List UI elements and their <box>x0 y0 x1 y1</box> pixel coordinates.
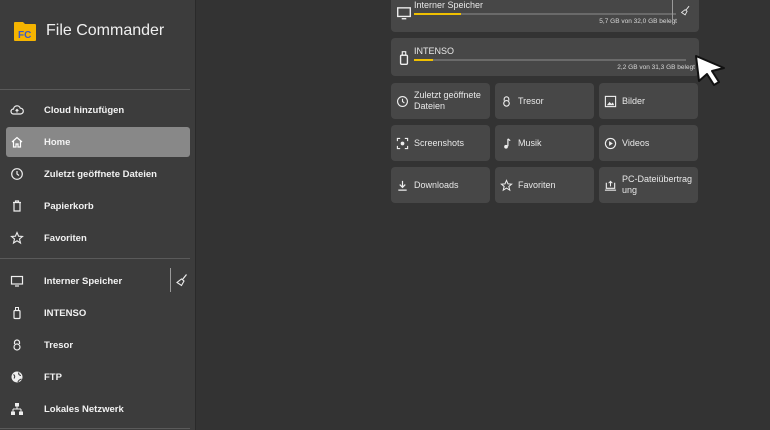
globe-icon <box>10 370 24 384</box>
star-icon <box>500 178 513 192</box>
storage-usage-bar <box>414 13 676 15</box>
vault-lock-icon <box>500 95 513 108</box>
pc-transfer-icon <box>604 179 617 192</box>
tile-favorites[interactable]: Favoriten <box>495 167 594 203</box>
clock-icon <box>10 167 24 181</box>
tile-label: Musik <box>518 137 542 148</box>
monitor-icon <box>397 7 411 20</box>
clock-icon <box>396 95 409 108</box>
sidebar-item-internal-storage[interactable]: Interner Speicher <box>6 266 168 296</box>
sidebar-item-label: Favoriten <box>44 232 87 244</box>
sidebar: FC File Commander Cloud hinzufügen Home … <box>0 0 196 430</box>
storage-usage-fill <box>414 59 434 61</box>
sidebar-item-ftp[interactable]: FTP <box>6 362 190 392</box>
sidebar-item-label: Lokales Netzwerk <box>44 403 124 415</box>
storage-name: INTENSO <box>414 46 455 56</box>
sidebar-item-label: Zuletzt geöffnete Dateien <box>44 168 157 180</box>
sidebar-item-cloud-add[interactable]: Cloud hinzufügen <box>6 95 190 125</box>
tile-images[interactable]: Bilder <box>599 83 698 119</box>
music-note-icon <box>500 137 513 150</box>
download-icon <box>396 179 409 192</box>
sweep-separator <box>170 268 171 292</box>
sidebar-item-trash[interactable]: Papierkorb <box>6 191 190 221</box>
storage-name: Interner Speicher <box>414 0 484 10</box>
tile-pc-transfer[interactable]: PC-Dateiübertragung <box>599 167 698 203</box>
svg-text:FC: FC <box>18 30 31 41</box>
tile-vault[interactable]: Tresor <box>495 83 594 119</box>
tile-screenshots[interactable]: Screenshots <box>391 125 490 161</box>
storage-usage-text: 5,7 GB von 32,0 GB belegt <box>599 18 677 25</box>
tile-label: Tresor <box>518 95 544 106</box>
tile-label: Favoriten <box>518 179 556 190</box>
sidebar-item-label: Cloud hinzufügen <box>44 104 125 116</box>
storage-card-internal[interactable]: Interner Speicher 5,7 GB von 32,0 GB bel… <box>391 0 699 32</box>
tile-label: Downloads <box>414 179 459 190</box>
sidebar-item-home[interactable]: Home <box>6 127 190 157</box>
usb-drive-icon <box>10 306 24 320</box>
play-circle-icon <box>604 137 617 150</box>
tile-music[interactable]: Musik <box>495 125 594 161</box>
image-icon <box>604 95 617 108</box>
sweep-separator <box>672 0 673 24</box>
vault-lock-icon <box>10 338 24 352</box>
storage-usage-bar <box>414 59 686 61</box>
usb-drive-icon <box>399 51 409 65</box>
sidebar-divider <box>0 258 190 259</box>
sidebar-item-label: Tresor <box>44 339 74 351</box>
sidebar-item-label: INTENSO <box>44 307 87 319</box>
tile-label: PC-Dateiübertragung <box>622 174 693 195</box>
tile-downloads[interactable]: Downloads <box>391 167 490 203</box>
sidebar-divider <box>0 89 190 90</box>
sidebar-item-local-network[interactable]: Lokales Netzwerk <box>6 394 190 424</box>
tile-recent-files[interactable]: Zuletzt geöffnete Dateien <box>391 83 490 119</box>
file-commander-logo: FC <box>14 22 36 41</box>
tile-videos[interactable]: Videos <box>599 125 698 161</box>
sidebar-item-vault[interactable]: Tresor <box>6 330 190 360</box>
sidebar-item-label: Interner Speicher <box>44 275 123 287</box>
storage-card-intenso[interactable]: INTENSO 2,2 GB von 31,3 GB belegt <box>391 38 699 76</box>
sidebar-divider <box>0 428 190 429</box>
tile-label: Videos <box>622 137 650 148</box>
sidebar-item-favorites[interactable]: Favoriten <box>6 223 190 253</box>
broom-icon[interactable] <box>175 273 189 287</box>
home-icon <box>10 135 24 149</box>
monitor-icon <box>10 274 24 288</box>
mouse-pointer-icon <box>695 55 725 86</box>
tile-label: Screenshots <box>414 137 465 148</box>
broom-icon[interactable] <box>680 5 691 16</box>
star-icon <box>10 231 24 245</box>
sidebar-item-label: FTP <box>44 371 62 383</box>
sidebar-item-label: Papierkorb <box>44 200 94 212</box>
trash-icon <box>10 199 24 213</box>
screenshot-icon <box>396 137 409 150</box>
network-icon <box>10 402 24 416</box>
cloud-upload-icon <box>10 103 24 117</box>
app-title: File Commander <box>46 22 165 39</box>
sidebar-item-label: Home <box>44 136 71 148</box>
sidebar-item-recent-files[interactable]: Zuletzt geöffnete Dateien <box>6 159 190 189</box>
storage-usage-text: 2,2 GB von 31,3 GB belegt <box>617 64 695 71</box>
storage-usage-fill <box>414 13 461 15</box>
sidebar-item-intenso[interactable]: INTENSO <box>6 298 190 328</box>
tile-label: Bilder <box>622 95 646 106</box>
tile-label: Zuletzt geöffnete Dateien <box>414 90 481 111</box>
